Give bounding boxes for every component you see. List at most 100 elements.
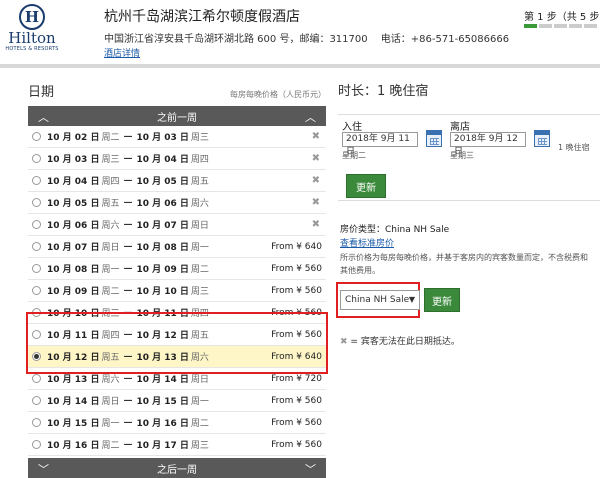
date-dash: —	[123, 351, 133, 362]
from-weekday: 周日	[101, 243, 120, 253]
to-weekday: 周二	[190, 265, 209, 275]
rate-select[interactable]: China NH Sale ▼	[340, 290, 420, 310]
nights-count: 1 晚住宿	[558, 143, 590, 152]
rate-type: 房价类型：China NH Sale	[340, 225, 450, 235]
legend: ✖ = 宾客无法在此日期抵达。	[340, 334, 460, 347]
date-radio[interactable]	[32, 352, 41, 361]
to-date: 10 月 07 日	[136, 221, 189, 231]
from-date: 10 月 15 日	[47, 419, 100, 429]
chevron-down-icon: ﹀	[38, 463, 49, 476]
row-price: From ¥ 640	[271, 241, 322, 252]
from-weekday: 周一	[101, 419, 120, 429]
date-radio[interactable]	[32, 264, 41, 273]
update-rate-button[interactable]: 更新	[424, 288, 460, 312]
date-row[interactable]: 10 月 14 日周日 —10 月 15 日周一 From ¥ 560	[28, 390, 326, 412]
date-row[interactable]: 10 月 11 日周四 —10 月 12 日周五 From ¥ 560	[28, 324, 326, 346]
to-date: 10 月 17 日	[136, 441, 189, 451]
to-date: 10 月 08 日	[136, 243, 189, 253]
from-date: 10 月 10 日	[47, 309, 100, 319]
to-date: 10 月 15 日	[136, 397, 189, 407]
from-weekday: 周四	[101, 177, 120, 187]
date-radio[interactable]	[32, 418, 41, 427]
close-icon: ✖	[311, 175, 320, 186]
date-radio[interactable]	[32, 286, 41, 295]
date-radio[interactable]	[32, 374, 41, 383]
date-dash: —	[123, 329, 133, 340]
logo-sub: HOTELS & RESORTS	[5, 46, 59, 52]
checkout-input[interactable]: 2018年 9月 12日	[450, 132, 526, 157]
step-segment	[554, 24, 567, 28]
prev-week-label: 之前一周	[157, 112, 197, 124]
date-radio[interactable]	[32, 154, 41, 163]
step-segment	[539, 24, 552, 28]
date-dash: —	[123, 439, 133, 450]
to-weekday: 周四	[190, 155, 209, 165]
row-price: From ¥ 560	[271, 307, 322, 318]
from-date: 10 月 02 日	[47, 133, 100, 143]
from-weekday: 周五	[101, 353, 120, 363]
date-row[interactable]: 10 月 15 日周一 —10 月 16 日周二 From ¥ 560	[28, 412, 326, 434]
date-radio[interactable]	[32, 440, 41, 449]
logo-word: Hilton	[8, 29, 56, 47]
step-segment	[584, 24, 597, 28]
to-date: 10 月 10 日	[136, 287, 189, 297]
update-dates-button[interactable]: 更新	[346, 174, 386, 198]
date-row[interactable]: 10 月 12 日周五 —10 月 13 日周六 From ¥ 640	[28, 346, 326, 368]
to-weekday: 周一	[190, 243, 209, 253]
date-row[interactable]: 10 月 09 日周二 —10 月 10 日周三 From ¥ 560	[28, 280, 326, 302]
date-dash: —	[123, 131, 133, 142]
hilton-logo[interactable]: H Hilton HOTELS & RESORTS	[4, 4, 60, 56]
chevron-down-icon: ﹀	[305, 463, 316, 476]
date-row[interactable]: 10 月 05 日周五 —10 月 06 日周六 ✖	[28, 192, 326, 214]
date-row[interactable]: 10 月 06 日周六 —10 月 07 日周日 ✖	[28, 214, 326, 236]
to-date: 10 月 12 日	[136, 331, 189, 341]
date-row[interactable]: 10 月 03 日周三 —10 月 04 日周四 ✖	[28, 148, 326, 170]
date-radio[interactable]	[32, 220, 41, 229]
next-week-button[interactable]: ﹀ 之后一周 ﹀	[28, 458, 326, 478]
date-radio[interactable]	[32, 396, 41, 405]
date-radio[interactable]	[32, 176, 41, 185]
hotel-details-link[interactable]: 酒店详情	[104, 46, 140, 59]
from-weekday: 周五	[101, 199, 120, 209]
stay-separator	[338, 200, 600, 201]
to-weekday: 周六	[190, 199, 209, 209]
from-weekday: 周三	[101, 309, 120, 319]
date-row[interactable]: 10 月 16 日周二 —10 月 17 日周三 From ¥ 560	[28, 434, 326, 456]
stay-separator	[338, 114, 600, 115]
date-row[interactable]: 10 月 07 日周日 —10 月 08 日周一 From ¥ 640	[28, 236, 326, 258]
date-row[interactable]: 10 月 04 日周四 —10 月 05 日周五 ✖	[28, 170, 326, 192]
date-radio[interactable]	[32, 132, 41, 141]
from-date: 10 月 13 日	[47, 375, 100, 385]
standard-rate-link[interactable]: 查看标准房价	[340, 236, 394, 249]
to-date: 10 月 04 日	[136, 155, 189, 165]
close-icon: ✖	[311, 219, 320, 230]
date-radio[interactable]	[32, 242, 41, 251]
from-weekday: 周二	[101, 287, 120, 297]
to-date: 10 月 06 日	[136, 199, 189, 209]
date-radio[interactable]	[32, 330, 41, 339]
checkin-input[interactable]: 2018年 9月 11日	[342, 132, 418, 157]
prev-week-button[interactable]: ︿ 之前一周 ︿	[28, 106, 326, 126]
date-row[interactable]: 10 月 10 日周三 —10 月 11 日周四 From ¥ 560	[28, 302, 326, 324]
to-weekday: 周六	[190, 353, 209, 363]
date-row[interactable]: 10 月 13 日周六 —10 月 14 日周日 From ¥ 720	[28, 368, 326, 390]
from-weekday: 周二	[101, 441, 120, 451]
date-row[interactable]: 10 月 02 日周二 —10 月 03 日周三 ✖	[28, 126, 326, 148]
close-icon: ✖	[311, 197, 320, 208]
from-date: 10 月 16 日	[47, 441, 100, 451]
hotel-name: 杭州千岛湖滨江希尔顿度假酒店	[104, 9, 300, 25]
to-weekday: 周五	[190, 331, 209, 341]
calendar-icon[interactable]	[426, 130, 442, 147]
date-row[interactable]: 10 月 08 日周一 —10 月 09 日周二 From ¥ 560	[28, 258, 326, 280]
date-radio[interactable]	[32, 198, 41, 207]
to-weekday: 周三	[190, 441, 209, 451]
chevron-up-icon: ︿	[305, 111, 316, 124]
dropdown-arrow-icon: ▼	[408, 295, 415, 304]
to-date: 10 月 09 日	[136, 265, 189, 275]
date-radio[interactable]	[32, 308, 41, 317]
row-price: From ¥ 640	[271, 351, 322, 362]
step-indicator: 第 1 步（共 5 步）	[524, 12, 600, 23]
next-week-label: 之后一周	[157, 464, 197, 476]
calendar-icon[interactable]	[534, 130, 550, 147]
to-date: 10 月 05 日	[136, 177, 189, 187]
